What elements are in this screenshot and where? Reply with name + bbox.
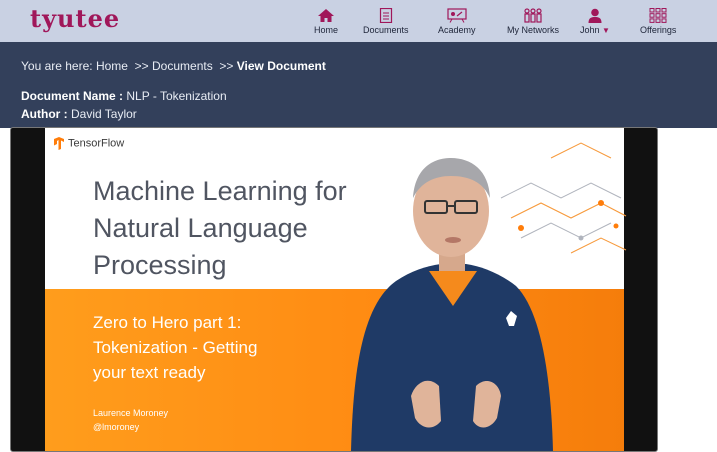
slide-presenter-credit: Laurence Moroney @lmoroney (93, 406, 168, 434)
tensorflow-logo: TensorFlow (53, 137, 124, 150)
chevron-down-icon: ▼ (602, 26, 610, 35)
nav-user-menu[interactable]: John ▼ (580, 8, 610, 35)
nav-academy[interactable]: Academy (438, 8, 476, 35)
presenter-name: Laurence Moroney (93, 408, 169, 418)
nav-offerings-label: Offerings (640, 25, 677, 35)
tensorflow-icon (54, 137, 64, 150)
slide-subtitle: Zero to Hero part 1: Tokenization - Gett… (93, 310, 313, 385)
nav-offerings[interactable]: Offerings (640, 8, 676, 35)
presenter-handle: @lmoroney (93, 422, 140, 432)
tensorflow-text: TensorFlow (68, 137, 125, 150)
document-author-row: Author : David Taylor (21, 107, 137, 121)
academy-icon (447, 8, 467, 23)
nav-documents[interactable]: Documents (363, 8, 409, 35)
presenter-video (351, 158, 553, 451)
slide-subtitle-line: Zero to Hero part 1: (93, 313, 242, 332)
breadcrumb-separator: >> (134, 59, 149, 73)
video-player[interactable]: TensorFlow Machine Learning for Natural … (10, 127, 658, 452)
top-nav-bar: tyutee Home Documents Academy My Network… (0, 0, 717, 42)
slide-subtitle-line: Tokenization - Getting (93, 338, 258, 357)
nav-user-label-wrap: John ▼ (580, 25, 610, 35)
nav-user-label: John (580, 25, 600, 35)
nav-home[interactable]: Home (314, 8, 338, 35)
document-name-row: Document Name : NLP - Tokenization (21, 89, 227, 103)
breadcrumb-current: View Document (236, 59, 326, 73)
nav-my-networks[interactable]: My Networks (507, 8, 559, 35)
breadcrumb: You are here: Home >> Documents >> View … (21, 59, 326, 73)
document-author-label: Author : (21, 107, 68, 121)
nav-documents-label: Documents (363, 25, 409, 35)
slide-subtitle-line: your text ready (93, 363, 206, 382)
home-icon (318, 9, 334, 22)
grid-icon (649, 8, 667, 23)
network-icon (524, 8, 542, 23)
user-icon (588, 8, 602, 23)
breadcrumb-home-link[interactable]: Home (96, 59, 128, 73)
document-name-label: Document Name : (21, 89, 124, 103)
document-icon (379, 8, 392, 23)
nav-home-label: Home (314, 25, 339, 35)
nav-academy-label: Academy (438, 25, 476, 35)
breadcrumb-documents-link[interactable]: Documents (152, 59, 213, 73)
breadcrumb-prefix: You are here: (21, 59, 93, 73)
nav-my-networks-label: My Networks (507, 25, 560, 35)
document-author-value: David Taylor (71, 107, 137, 121)
site-logo[interactable]: tyutee (30, 4, 120, 33)
breadcrumb-separator: >> (219, 59, 234, 73)
document-header: You are here: Home >> Documents >> View … (0, 42, 717, 128)
document-name-value: NLP - Tokenization (126, 89, 227, 103)
